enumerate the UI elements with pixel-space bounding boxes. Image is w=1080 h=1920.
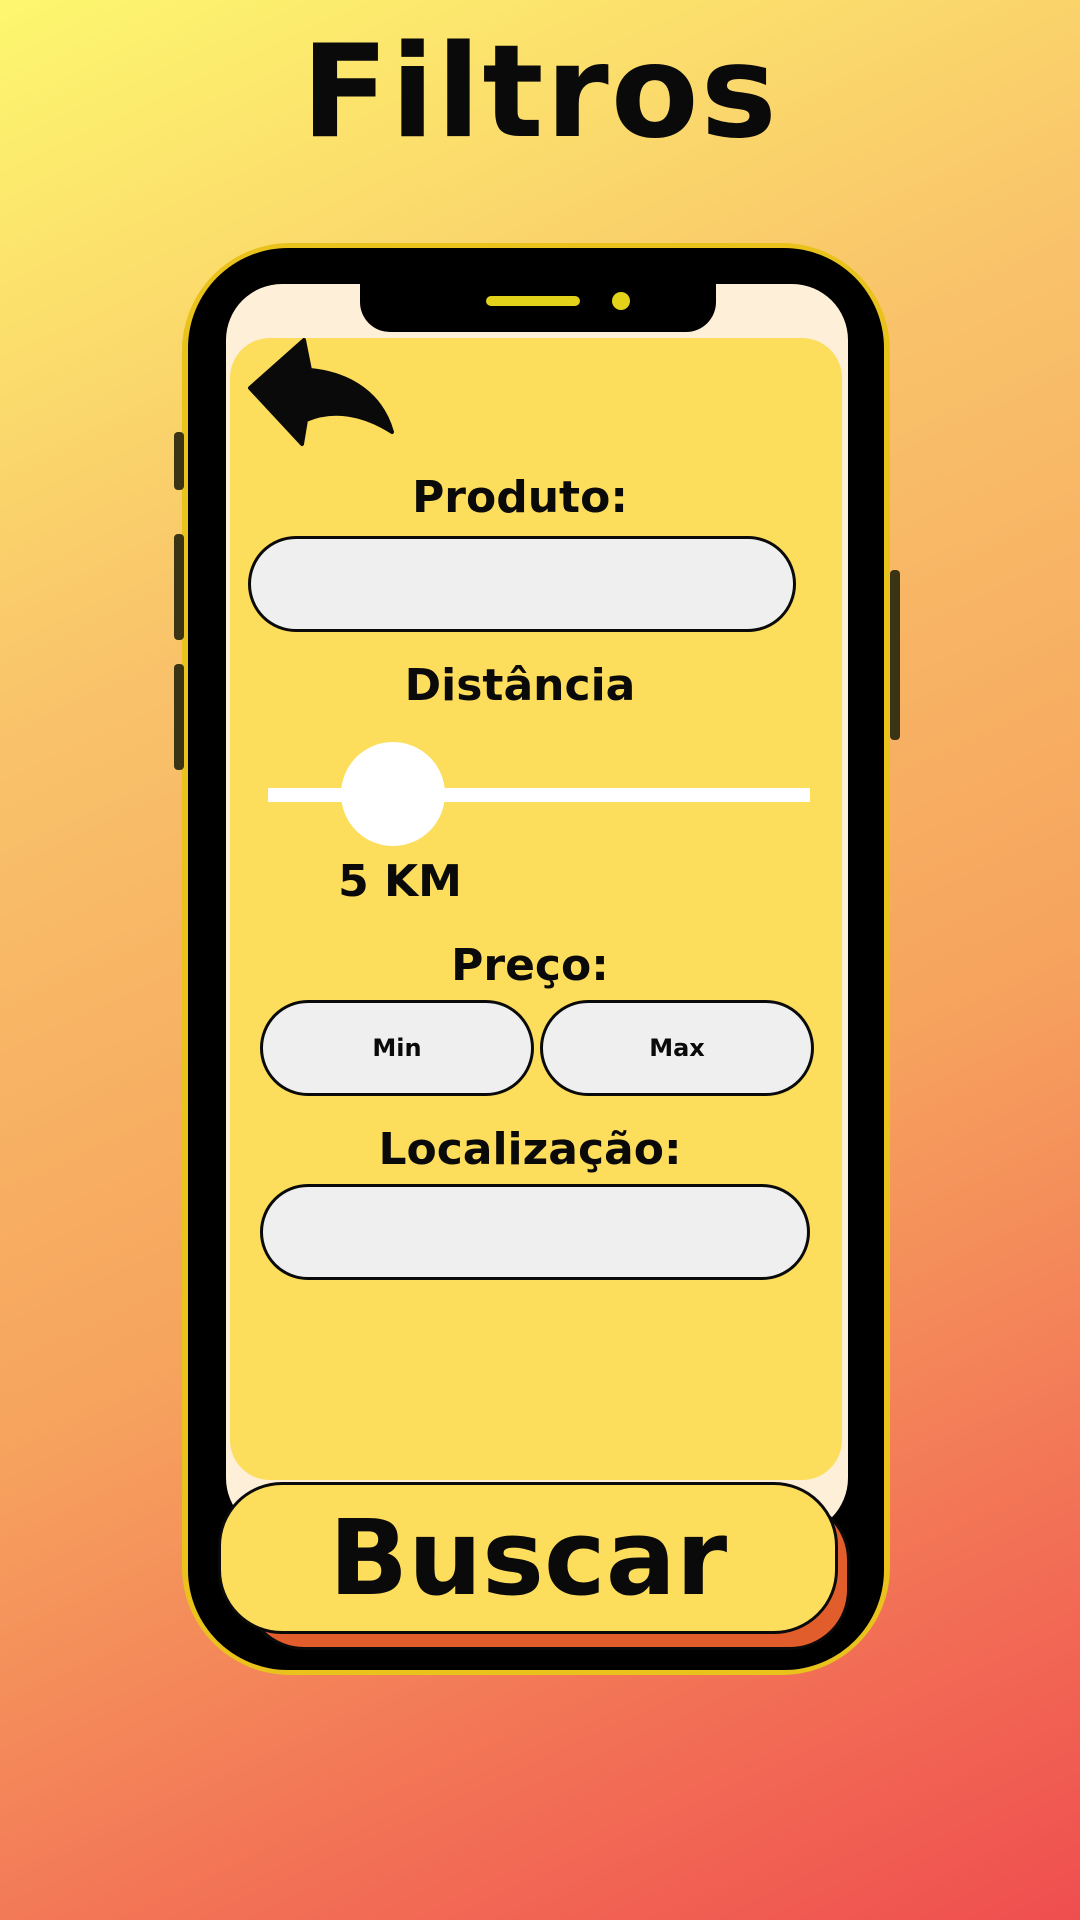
power-button [890, 570, 900, 740]
camera-icon [612, 292, 630, 310]
back-button[interactable] [244, 336, 396, 448]
location-input[interactable] [260, 1184, 810, 1280]
distance-value: 5 KM [338, 856, 462, 907]
price-min-field[interactable]: Min [260, 1000, 534, 1096]
back-arrow-icon [248, 338, 394, 446]
location-label: Localização: [378, 1124, 682, 1175]
price-label: Preço: [451, 940, 609, 991]
distance-label: Distância [404, 660, 636, 711]
search-button[interactable]: Buscar [218, 1482, 838, 1634]
price-max-field[interactable]: Max [540, 1000, 814, 1096]
volume-down-button [174, 664, 184, 770]
distance-slider-thumb[interactable] [340, 742, 445, 846]
mute-switch [174, 432, 184, 490]
volume-up-button [174, 534, 184, 640]
product-label: Produto: [412, 472, 628, 523]
product-input[interactable] [248, 536, 796, 632]
page-title: Filtros [301, 18, 779, 167]
speaker-icon [486, 296, 580, 306]
